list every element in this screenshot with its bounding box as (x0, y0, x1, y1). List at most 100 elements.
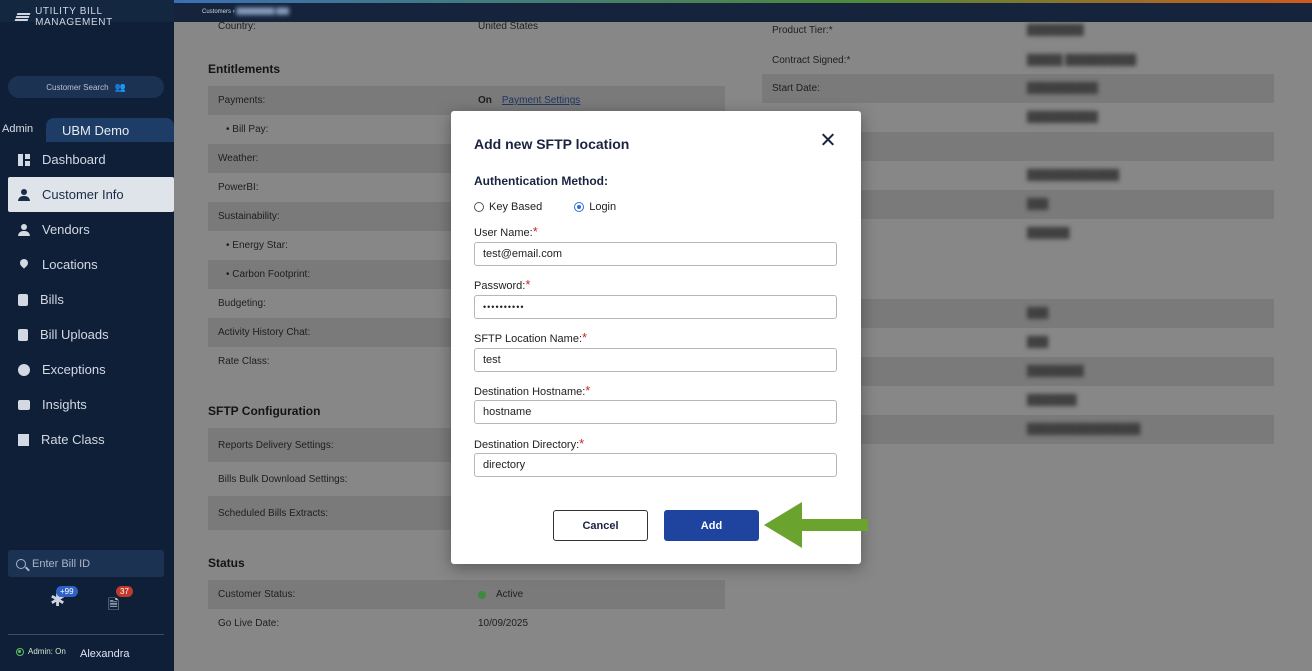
sidebar-item-label: Dashboard (42, 152, 106, 167)
required-mark: * (525, 277, 531, 292)
required-mark: * (582, 330, 588, 345)
key-based-radio[interactable]: Key Based (474, 201, 542, 213)
sidebar-item-label: Bill Uploads (40, 327, 109, 342)
sidebar-item-locations[interactable]: Locations (0, 247, 174, 282)
customer-search-label: Customer Search (46, 82, 109, 92)
sidebar-item-exceptions[interactable]: Exceptions (0, 352, 174, 387)
password-value: •••••••••• (483, 302, 525, 312)
sidebar-item-bills[interactable]: Bills (0, 282, 174, 317)
menu-lines-icon (14, 13, 31, 21)
notification-badge: 37 (116, 586, 133, 597)
blurred-value: ███ (1027, 199, 1049, 210)
upload-icon (18, 328, 28, 341)
arrow-left-icon (764, 502, 868, 548)
username-field[interactable]: test@email.com (474, 242, 837, 266)
field-label: Contract Signed:* (772, 55, 851, 66)
field-label: Reports Delivery Settings: (218, 439, 334, 451)
sftp-name-value: test (483, 354, 501, 366)
sidebar-item-label: Exceptions (42, 362, 106, 377)
sidebar-item-label: Insights (42, 397, 87, 412)
admin-row: Admin UBM Demo (0, 118, 174, 142)
blurred-value: ██████ (1027, 228, 1070, 239)
radio-label: Login (589, 201, 617, 213)
customer-search-button[interactable]: Customer Search 👥 (8, 76, 164, 98)
bill-id-input[interactable]: Enter Bill ID (8, 550, 164, 577)
tenant-tab-label: UBM Demo (62, 123, 130, 138)
blurred-value: █████ ██████████ (1027, 55, 1137, 66)
payment-settings-link[interactable]: Payment Settings (502, 95, 580, 106)
admin-label: Admin (2, 123, 34, 135)
sidebar-divider (8, 634, 164, 635)
destination-directory-field[interactable]: directory (474, 453, 837, 477)
label-text: User Name: (474, 227, 533, 239)
user-name[interactable]: Alexandra (80, 648, 130, 660)
label-text: Destination Hostname: (474, 386, 586, 398)
tenant-tab[interactable]: UBM Demo (46, 118, 174, 142)
bills-notification-button[interactable]: 🗎 37 (108, 586, 133, 618)
field-label: Customer Status: (218, 589, 296, 600)
radio-label: Key Based (489, 201, 543, 213)
destination-hostname-field[interactable]: hostname (474, 400, 837, 424)
field-value: Active (478, 589, 523, 600)
field-label: Rate Class: (218, 356, 270, 367)
password-field[interactable]: •••••••••• (474, 295, 837, 319)
sidebar-item-insights[interactable]: Insights (0, 387, 174, 422)
right-row-start-date: Start Date: ██████████ (762, 74, 1274, 103)
add-sftp-location-dialog: Add new SFTP location Authentication Met… (451, 111, 861, 564)
field-label: Country: (218, 21, 256, 32)
blurred-value: ██████████ (1027, 83, 1098, 94)
notification-badge: +99 (56, 586, 78, 597)
admin-toggle[interactable]: Admin: On (16, 647, 66, 656)
field-label: Budgeting: (218, 298, 266, 309)
sftp-configuration-title: SFTP Configuration (208, 404, 321, 418)
login-radio[interactable]: Login (574, 201, 616, 213)
person-icon (18, 223, 30, 236)
field-label: Sustainability: (218, 211, 280, 222)
hostname-value: hostname (483, 406, 532, 418)
user-search-icon: 👥 (114, 81, 126, 92)
sidebar: UTILITY BILL MANAGEMENT Customer Search … (0, 0, 174, 671)
hostname-label: Destination Hostname:* (474, 383, 590, 398)
sidebar-item-vendors[interactable]: Vendors (0, 212, 174, 247)
sidebar-item-bill-uploads[interactable]: Bill Uploads (0, 317, 174, 352)
label-text: SFTP Location Name: (474, 333, 583, 345)
sidebar-item-customer-info[interactable]: Customer Info (8, 177, 174, 212)
directory-label: Destination Directory:* (474, 436, 584, 451)
sidebar-item-rate-class[interactable]: Rate Class (0, 422, 174, 457)
add-button[interactable]: Add (664, 510, 759, 541)
bill-id-placeholder: Enter Bill ID (32, 557, 91, 570)
field-label: Weather: (218, 153, 259, 164)
close-icon[interactable] (819, 131, 837, 149)
asterisk-notification-button[interactable]: ✱ +99 (50, 586, 78, 611)
sidebar-item-label: Vendors (42, 222, 90, 237)
exclamation-icon (18, 363, 30, 376)
sftp-location-name-field[interactable]: test (474, 348, 837, 372)
status-row: Go Live Date: 10/09/2025 (208, 609, 725, 638)
status-row: Customer Status: Active (208, 580, 725, 609)
username-label: User Name:* (474, 224, 538, 239)
field-label: Product Tier:* (772, 25, 833, 36)
field-value: United States (478, 21, 539, 32)
field-label: • Bill Pay: (226, 124, 269, 135)
sidebar-item-label: Bills (40, 292, 64, 307)
field-label: Start Date: (772, 83, 820, 94)
field-label: Scheduled Bills Extracts: (218, 507, 329, 519)
status-dot-icon (478, 590, 486, 599)
field-label: Activity History Chat: (218, 327, 311, 338)
brand[interactable]: UTILITY BILL MANAGEMENT (14, 6, 174, 28)
required-mark: * (585, 383, 591, 398)
sidebar-item-label: Rate Class (41, 432, 105, 447)
field-label: • Energy Star: (226, 240, 288, 251)
go-live-date-value: 10/09/2025 (478, 618, 529, 629)
blurred-value: █████████████ (1027, 170, 1120, 181)
field-label: • Carbon Footprint: (226, 269, 311, 280)
sidebar-item-label: Locations (42, 257, 98, 272)
sidebar-item-dashboard[interactable]: Dashboard (0, 142, 174, 177)
field-label: Go Live Date: (218, 618, 280, 629)
blurred-value: ████████ (1027, 25, 1084, 36)
dashboard-icon (18, 153, 30, 166)
password-label: Password:* (474, 277, 530, 292)
sftp-name-label: SFTP Location Name:* (474, 330, 587, 345)
field-value: On Payment Settings (478, 95, 580, 106)
cancel-button[interactable]: Cancel (553, 510, 648, 541)
